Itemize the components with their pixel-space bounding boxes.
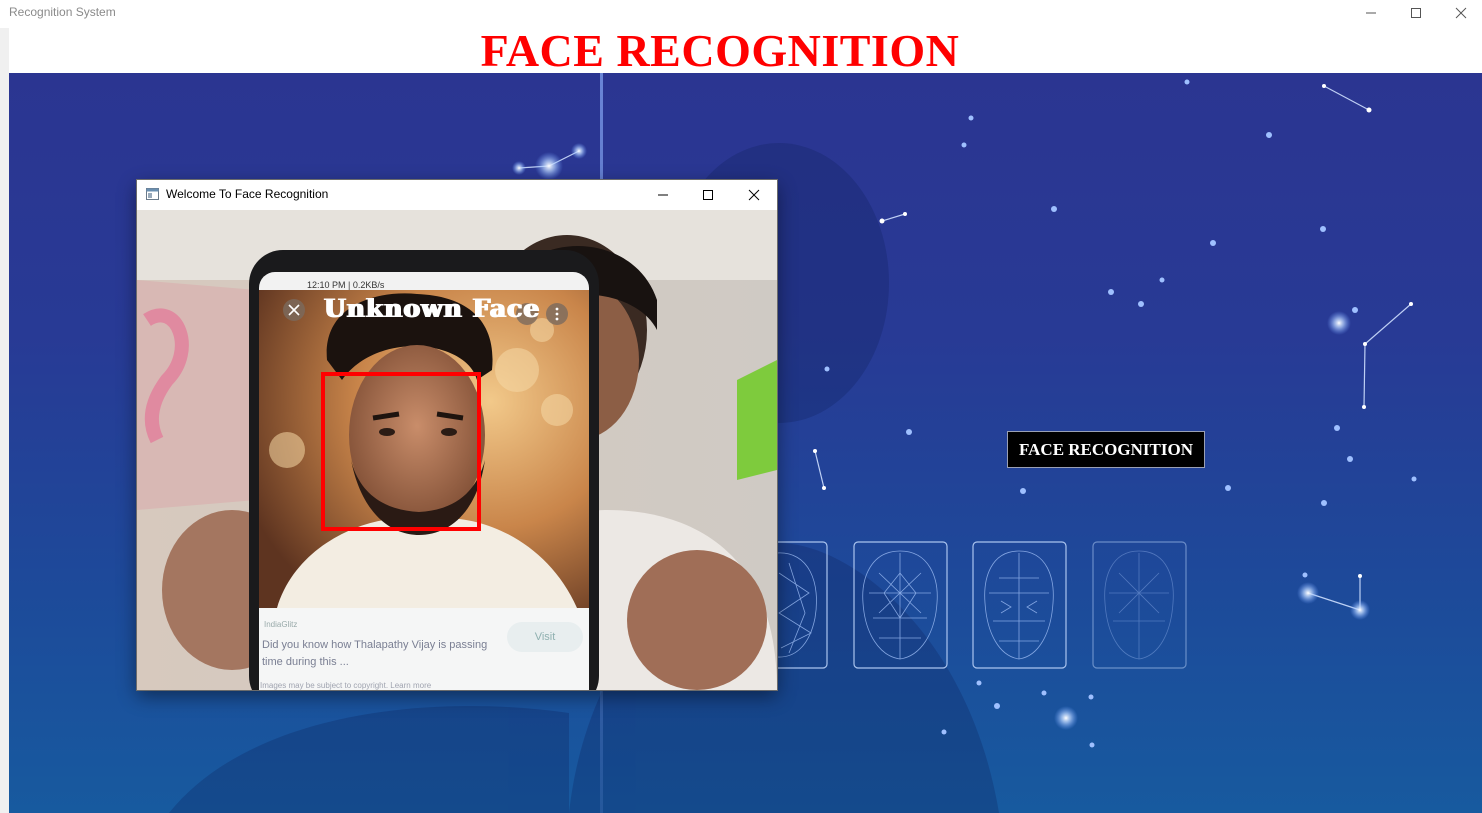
close-icon — [1455, 7, 1467, 19]
detection-label: Unknown Face — [324, 294, 541, 323]
ad-text: Did you know how Thalapathy Vijay is pas… — [262, 639, 488, 668]
close-icon — [748, 189, 760, 201]
phone-status-bar: 12:10 PM | 0.2KB/s — [307, 280, 385, 290]
camera-close-button[interactable] — [731, 180, 777, 210]
page-title: FACE RECOGNITION — [480, 25, 960, 76]
camera-maximize-button[interactable] — [685, 180, 731, 210]
maximize-icon — [703, 190, 713, 200]
close-button[interactable] — [1438, 0, 1482, 26]
maximize-icon — [1411, 8, 1421, 18]
app-window-icon — [146, 188, 159, 200]
minimize-icon — [1366, 12, 1376, 14]
window-left-edge — [0, 28, 9, 813]
minimize-button[interactable] — [1348, 0, 1394, 26]
camera-window-title: Welcome To Face Recognition — [166, 187, 329, 201]
window-title: Recognition System — [9, 5, 116, 19]
camera-frame-image — [137, 210, 777, 690]
camera-minimize-button[interactable] — [640, 180, 686, 210]
face-recognition-button[interactable]: FACE RECOGNITION — [1007, 431, 1205, 468]
ad-footer: Images may be subject to copyright. Lear… — [260, 681, 432, 690]
camera-titlebar: Welcome To Face Recognition — [137, 180, 777, 210]
camera-feed: 12:10 PM | 0.2KB/s Unknown Face IndiaGli… — [137, 210, 777, 690]
ad-source: IndiaGlitz — [264, 620, 298, 629]
minimize-icon — [658, 194, 668, 196]
maximize-button[interactable] — [1393, 0, 1439, 26]
ad-visit-button: Visit — [507, 622, 583, 652]
main-window: Recognition System FACE RECOGNITION FACE… — [0, 0, 1482, 813]
camera-window: Welcome To Face Recognition 12:10 PM | 0… — [137, 180, 777, 690]
